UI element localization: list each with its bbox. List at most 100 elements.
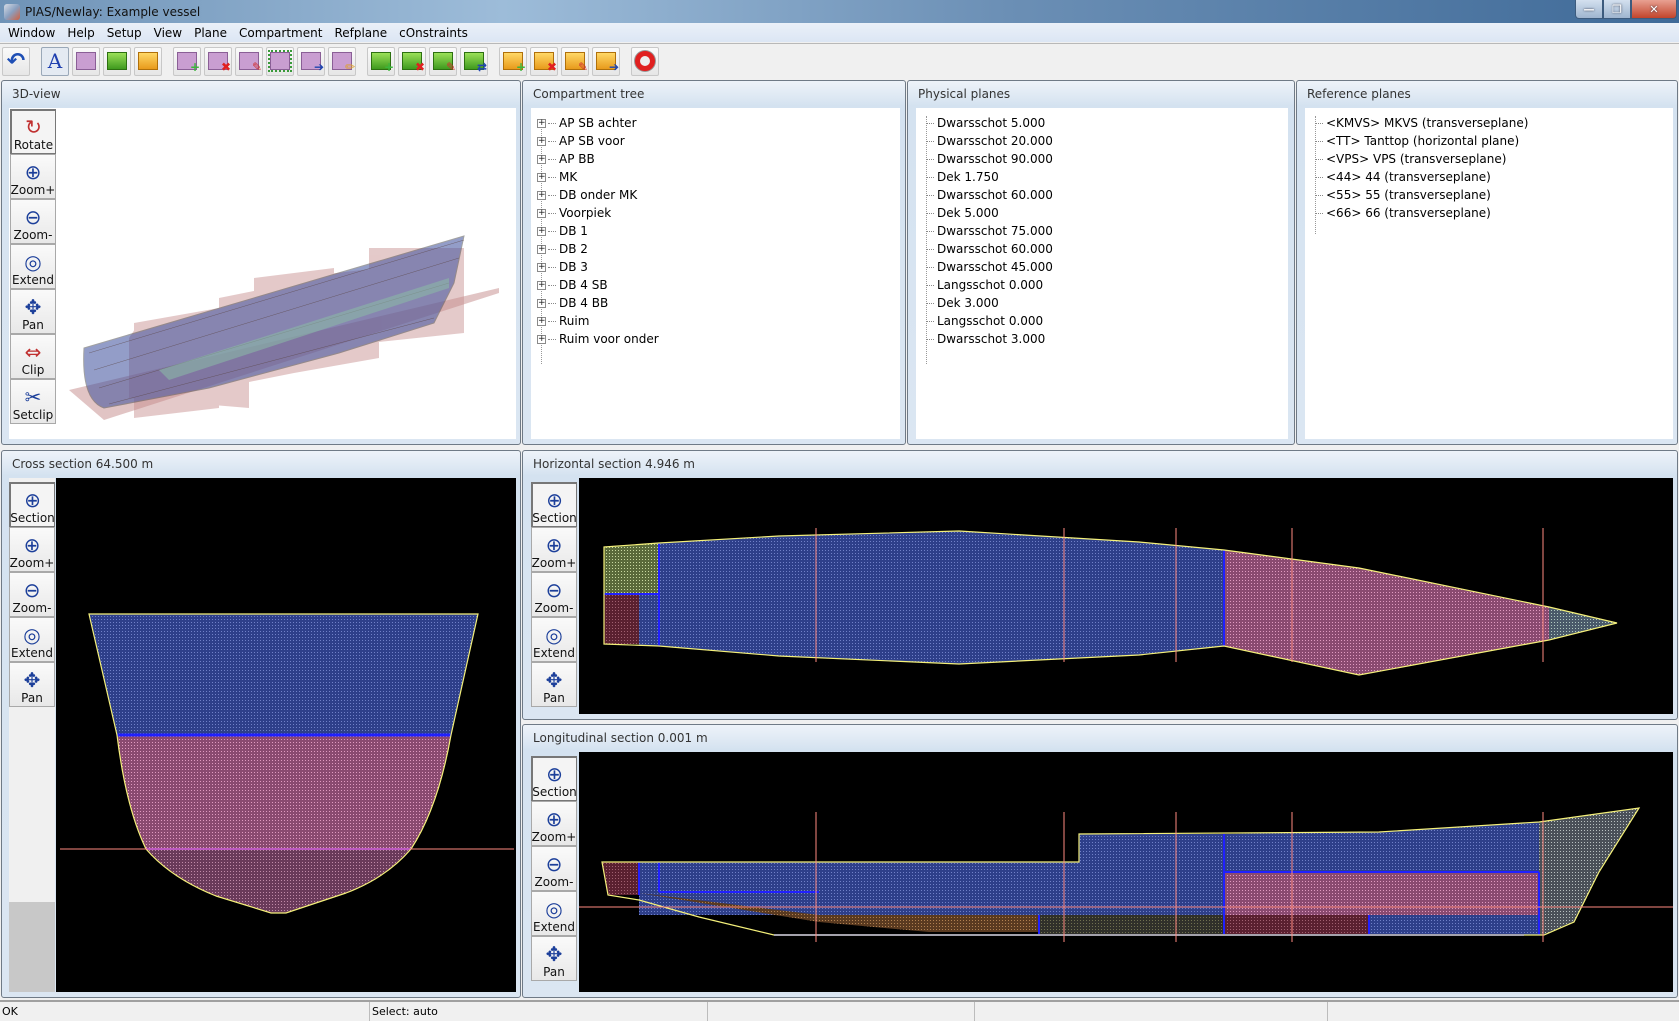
edit-refplane-button[interactable]: ✎ [561, 46, 589, 76]
expand-icon[interactable]: + [537, 136, 546, 146]
section-button[interactable]: ⊕ Section [9, 482, 55, 527]
swap-compartment-button[interactable]: ⇄ [460, 46, 488, 76]
move-plane-button[interactable]: ➔ [297, 46, 325, 76]
restore-button[interactable]: ❐ [1603, 0, 1631, 19]
tree-item[interactable]: Dwarsschot 75.000 [922, 222, 1053, 240]
zoom-in-button[interactable]: ⊕ Zoom+ [531, 801, 577, 846]
minimize-button[interactable]: — [1575, 0, 1603, 19]
expand-icon[interactable]: + [537, 280, 546, 290]
tree-item[interactable]: Dwarsschot 20.000 [922, 132, 1053, 150]
expand-icon[interactable]: + [537, 244, 546, 254]
resize-plane-button[interactable] [266, 46, 294, 76]
tree-item[interactable]: + DB onder MK [537, 186, 659, 204]
tree-item[interactable]: + AP SB voor [537, 132, 659, 150]
pan-button[interactable]: ✥ Pan [531, 662, 577, 707]
pan-button[interactable]: ✥ Pan [531, 936, 577, 981]
tree-item[interactable]: <KMVS> MKVS (transverseplane) [1311, 114, 1528, 132]
edit-plane-button[interactable]: ✎ [235, 46, 263, 76]
move-refplane-button[interactable]: ➔ [592, 46, 620, 76]
tree-item[interactable]: Dwarsschot 5.000 [922, 114, 1053, 132]
menu-window[interactable]: Window [2, 26, 61, 40]
expand-icon[interactable]: + [537, 226, 546, 236]
extend-button[interactable]: ◎ Extend [10, 244, 56, 289]
horizontal-section-canvas[interactable] [579, 478, 1673, 714]
zoom-out-button[interactable]: ⊖ Zoom- [531, 846, 577, 891]
zoom-out-button[interactable]: ⊖ Zoom- [10, 199, 56, 244]
cross-section-canvas[interactable] [56, 478, 516, 992]
menu-compartment[interactable]: Compartment [233, 26, 328, 40]
tree-item[interactable]: + DB 4 SB [537, 276, 659, 294]
tree-item[interactable]: Dwarsschot 3.000 [922, 330, 1053, 348]
tree-item[interactable]: <TT> Tanttop (horizontal plane) [1311, 132, 1528, 150]
select-compartment-button[interactable] [103, 46, 131, 76]
menu-setup[interactable]: Setup [101, 26, 148, 40]
select-plane-button[interactable] [72, 46, 100, 76]
rename-plane-button[interactable]: ✏ [328, 46, 356, 76]
reference-planes-list[interactable]: <KMVS> MKVS (transverseplane) <TT> Tantto… [1305, 108, 1673, 439]
expand-icon[interactable]: + [537, 208, 546, 218]
help-button[interactable] [631, 46, 659, 76]
tree-item[interactable]: <44> 44 (transverseplane) [1311, 168, 1528, 186]
menu-constraints[interactable]: cOnstraints [393, 26, 474, 40]
expand-icon[interactable]: + [537, 190, 546, 200]
zoom-out-button[interactable]: ⊖ Zoom- [531, 572, 577, 617]
tree-item[interactable]: <55> 55 (transverseplane) [1311, 186, 1528, 204]
add-plane-button[interactable]: + [173, 46, 201, 76]
expand-icon[interactable]: + [537, 154, 546, 164]
tree-item[interactable]: Langsschot 0.000 [922, 312, 1053, 330]
section-button[interactable]: ⊕ Section [531, 482, 577, 527]
rotate-button[interactable]: ↻ Rotate [10, 109, 56, 154]
tree-item[interactable]: <66> 66 (transverseplane) [1311, 204, 1528, 222]
tree-item[interactable]: <VPS> VPS (transverseplane) [1311, 150, 1528, 168]
tree-item[interactable]: + AP SB achter [537, 114, 659, 132]
tree-item[interactable]: + Voorpiek [537, 204, 659, 222]
pan-button[interactable]: ✥ Pan [9, 662, 55, 707]
menu-view[interactable]: View [148, 26, 188, 40]
tree-item[interactable]: + DB 2 [537, 240, 659, 258]
zoom-out-button[interactable]: ⊖ Zoom- [9, 572, 55, 617]
section-button[interactable]: ⊕ Section [531, 756, 577, 801]
physical-planes-list[interactable]: Dwarsschot 5.000 Dwarsschot 20.000 Dwarssc… [916, 108, 1288, 439]
close-button[interactable]: ✕ [1631, 0, 1677, 19]
setclip-button[interactable]: ✂ Setclip [10, 379, 56, 424]
tree-item[interactable]: + MK [537, 168, 659, 186]
tree-item[interactable]: Dwarsschot 60.000 [922, 240, 1053, 258]
zoom-in-button[interactable]: ⊕ Zoom+ [531, 527, 577, 572]
tree-item[interactable]: Langsschot 0.000 [922, 276, 1053, 294]
tree-item[interactable]: + AP BB [537, 150, 659, 168]
expand-icon[interactable]: + [537, 298, 546, 308]
expand-icon[interactable]: + [537, 316, 546, 326]
expand-icon[interactable]: + [537, 262, 546, 272]
expand-icon[interactable]: + [537, 172, 546, 182]
delete-plane-button[interactable]: ✖ [204, 46, 232, 76]
delete-refplane-button[interactable]: ✖ [530, 46, 558, 76]
menu-plane[interactable]: Plane [188, 26, 233, 40]
tree-item[interactable]: Dek 3.000 [922, 294, 1053, 312]
add-compartment-button[interactable]: + [367, 46, 395, 76]
select-text-button[interactable]: A [41, 46, 69, 76]
extend-button[interactable]: ◎ Extend [531, 617, 577, 662]
extend-button[interactable]: ◎ Extend [9, 617, 55, 662]
tree-item[interactable]: + DB 4 BB [537, 294, 659, 312]
zoom-in-button[interactable]: ⊕ Zoom+ [10, 154, 56, 199]
tree-item[interactable]: Dwarsschot 90.000 [922, 150, 1053, 168]
tree-item[interactable]: + Ruim voor onder [537, 330, 659, 348]
tree-item[interactable]: + Ruim [537, 312, 659, 330]
tree-item[interactable]: Dek 5.000 [922, 204, 1053, 222]
extend-button[interactable]: ◎ Extend [531, 891, 577, 936]
pan-button[interactable]: ✥ Pan [10, 289, 56, 334]
menu-help[interactable]: Help [61, 26, 100, 40]
tree-item[interactable]: + DB 3 [537, 258, 659, 276]
add-refplane-button[interactable]: + [499, 46, 527, 76]
menu-refplane[interactable]: Refplane [328, 26, 393, 40]
tree-item[interactable]: + DB 1 [537, 222, 659, 240]
compartment-tree[interactable]: + AP SB achter + AP SB voor + AP BB + MK + DB ond… [531, 108, 900, 439]
tree-item[interactable]: Dwarsschot 60.000 [922, 186, 1053, 204]
select-refplane-button[interactable] [134, 46, 162, 76]
tree-item[interactable]: Dek 1.750 [922, 168, 1053, 186]
edit-compartment-button[interactable]: ✎ [429, 46, 457, 76]
expand-icon[interactable]: + [537, 334, 546, 344]
expand-icon[interactable]: + [537, 118, 546, 128]
tree-item[interactable]: Dwarsschot 45.000 [922, 258, 1053, 276]
view3d-canvas[interactable]: ↻ Rotate ⊕ Zoom+ ⊖ Zoom- ◎ Extend ✥ Pan ⇔ Clip… [9, 108, 516, 439]
